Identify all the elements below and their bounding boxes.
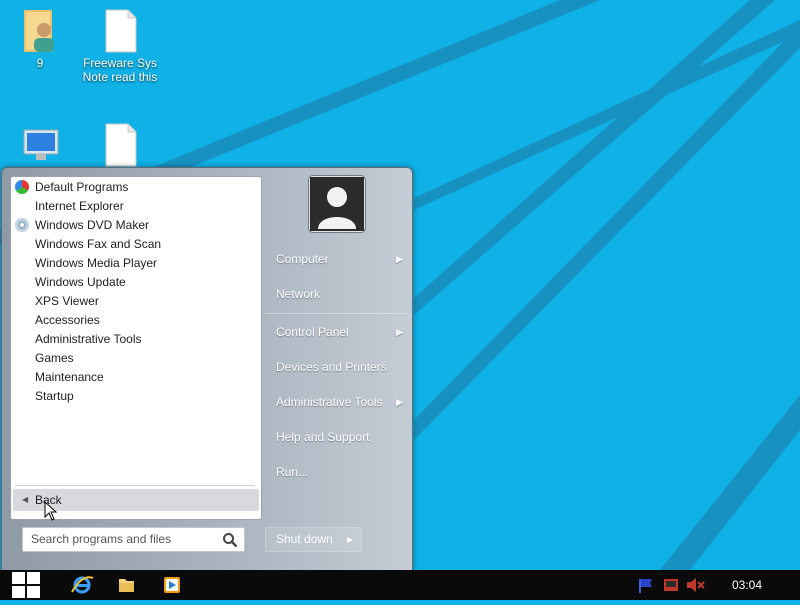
program-label: XPS Viewer — [35, 294, 99, 308]
desktop-icon-label: 9 — [36, 56, 44, 70]
program-label: Administrative Tools — [35, 332, 142, 346]
program-windows-media-player[interactable]: Windows Media Player — [11, 254, 259, 273]
program-label: Maintenance — [35, 370, 104, 384]
program-label: Internet Explorer — [35, 199, 124, 213]
default-programs-icon — [15, 180, 29, 194]
program-windows-dvd-maker[interactable]: Windows DVD Maker — [11, 216, 259, 235]
user-silhouette-icon — [310, 177, 364, 231]
right-item-administrative-tools[interactable]: Administrative Tools ▶ — [265, 390, 407, 414]
taskbar: 03:04 — [0, 570, 800, 600]
right-item-label: Network — [276, 287, 321, 301]
right-item-help-and-support[interactable]: Help and Support — [265, 425, 407, 449]
right-item-label: Control Panel — [276, 325, 349, 339]
search-input[interactable]: Search programs and files — [22, 527, 245, 552]
text-document-icon — [100, 8, 140, 53]
program-label: Windows Update — [35, 275, 126, 289]
right-item-label: Help and Support — [276, 430, 370, 444]
programs-pane: Default Programs Internet Explorer Windo… — [10, 176, 262, 520]
program-label: Startup — [35, 389, 74, 403]
chevron-right-icon[interactable]: ▶ — [347, 528, 353, 551]
computer-icon — [20, 126, 60, 170]
taskbar-internet-explorer[interactable] — [62, 570, 102, 600]
right-item-label: Computer — [276, 252, 329, 266]
program-label: Windows DVD Maker — [35, 218, 150, 232]
program-label: Default Programs — [35, 180, 129, 194]
user-avatar[interactable] — [309, 176, 365, 232]
program-windows-update[interactable]: Windows Update — [11, 273, 259, 292]
search-placeholder: Search programs and files — [31, 532, 172, 546]
search-icon — [222, 532, 238, 548]
desktop-icon-document[interactable] — [75, 122, 165, 170]
program-games[interactable]: Games — [11, 349, 259, 368]
volume-muted-icon[interactable] — [682, 570, 708, 600]
display-tray-icon[interactable] — [658, 570, 684, 600]
right-item-control-panel[interactable]: Control Panel ▶ — [265, 320, 407, 344]
start-menu: Default Programs Internet Explorer Windo… — [1, 167, 413, 571]
program-windows-fax-and-scan[interactable]: Windows Fax and Scan — [11, 235, 259, 254]
divider — [15, 485, 255, 486]
program-maintenance[interactable]: Maintenance — [11, 368, 259, 387]
separator — [265, 313, 407, 314]
clock[interactable]: 03:04 — [732, 570, 762, 600]
shutdown-label: Shut down — [276, 532, 333, 546]
folder-icon — [119, 579, 134, 592]
windows-logo-icon — [12, 572, 40, 598]
program-label: Windows Fax and Scan — [35, 237, 162, 251]
internet-explorer-icon — [71, 576, 94, 594]
chevron-right-icon: ▶ — [396, 397, 403, 407]
program-startup[interactable]: Startup — [11, 387, 259, 406]
taskbar-media-player[interactable] — [152, 570, 192, 600]
right-item-label: Administrative Tools — [276, 395, 383, 409]
program-label: Accessories — [35, 313, 100, 327]
right-item-network[interactable]: Network — [265, 282, 407, 306]
right-item-run[interactable]: Run... — [265, 460, 407, 484]
right-item-devices-and-printers[interactable]: Devices and Printers — [265, 355, 407, 379]
triangle-left-icon: ◀ — [22, 495, 29, 504]
right-item-label: Devices and Printers — [276, 360, 387, 374]
right-item-computer[interactable]: Computer ▶ — [265, 247, 407, 271]
taskbar-file-explorer[interactable] — [106, 570, 146, 600]
action-center-flag-icon[interactable] — [632, 570, 658, 600]
program-label: Games — [35, 351, 74, 365]
desktop-icon-note[interactable]: Freeware Sys Note read this — [75, 8, 165, 84]
program-default-programs[interactable]: Default Programs — [11, 178, 259, 197]
shutdown-button[interactable]: Shut down ▶ — [265, 527, 362, 552]
program-accessories[interactable]: Accessories — [11, 311, 259, 330]
chevron-right-icon: ▶ — [396, 327, 403, 337]
desktop-icon-user-folder[interactable]: 9 — [0, 8, 85, 70]
program-internet-explorer[interactable]: Internet Explorer — [11, 197, 259, 216]
program-xps-viewer[interactable]: XPS Viewer — [11, 292, 259, 311]
start-button[interactable] — [6, 570, 46, 600]
dvd-icon — [15, 218, 29, 232]
text-document-icon — [100, 122, 140, 167]
media-player-icon — [164, 577, 180, 593]
chevron-right-icon: ▶ — [396, 254, 403, 264]
program-label: Windows Media Player — [35, 256, 158, 270]
mouse-cursor-icon — [44, 501, 58, 521]
desktop-icon-label: Freeware Sys Note read this — [82, 56, 158, 84]
right-item-label: Run... — [276, 465, 309, 479]
program-administrative-tools[interactable]: Administrative Tools — [11, 330, 259, 349]
user-folder-icon — [20, 8, 60, 52]
